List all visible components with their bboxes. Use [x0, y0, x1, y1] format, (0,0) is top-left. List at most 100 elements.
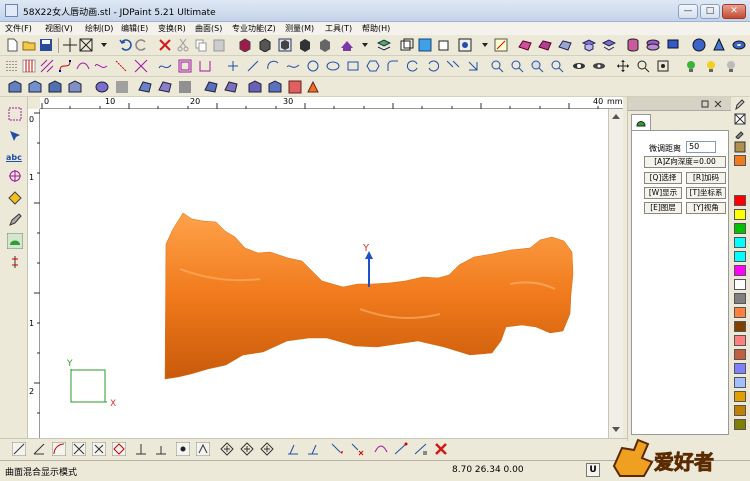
new-file-icon[interactable] — [5, 38, 19, 52]
transform-icon[interactable] — [494, 38, 508, 52]
current-color-swatch[interactable] — [734, 155, 746, 166]
eye-view-icon[interactable] — [592, 59, 606, 73]
save-icon[interactable] — [39, 38, 53, 52]
circle-icon[interactable] — [306, 59, 320, 73]
menu-edit[interactable]: 编辑(E) — [121, 23, 148, 34]
surface-mesh-icon[interactable] — [558, 38, 572, 52]
pan-icon[interactable] — [616, 59, 630, 73]
surface-tool-6-icon[interactable] — [115, 80, 129, 94]
minimize-button[interactable]: — — [678, 4, 698, 19]
color-swatch[interactable] — [734, 265, 746, 276]
color-swatch[interactable] — [734, 363, 746, 374]
fit-view-icon[interactable] — [656, 59, 670, 73]
cancel-icon[interactable] — [434, 442, 448, 456]
wire-cube-icon[interactable] — [278, 38, 292, 52]
add-code-button[interactable]: [R]加码 — [686, 172, 726, 184]
frame-icon[interactable] — [178, 59, 192, 73]
iso-view-icon[interactable] — [458, 38, 472, 52]
node-tool-3-icon[interactable] — [414, 442, 428, 456]
surface-tool-icon[interactable] — [518, 38, 532, 52]
torus-icon[interactable] — [732, 38, 746, 52]
snap-point-icon[interactable] — [176, 442, 190, 456]
color-swatch[interactable] — [734, 377, 746, 388]
grid-snap-icon[interactable] — [22, 59, 36, 73]
grid-diamond-1-icon[interactable] — [220, 442, 234, 456]
bulb-yellow-icon[interactable] — [704, 59, 718, 73]
copy-icon[interactable] — [194, 38, 208, 52]
dropdown-arrow-icon[interactable] — [97, 38, 111, 52]
color-swatch[interactable] — [734, 405, 746, 416]
zoom-window-icon[interactable] — [530, 59, 544, 73]
pen-icon[interactable] — [8, 213, 22, 227]
color-swatch[interactable] — [734, 349, 746, 360]
grid-diamond-3-icon[interactable] — [260, 442, 274, 456]
coordinate-system-button[interactable]: [T]坐标系 — [686, 187, 726, 199]
display-button[interactable]: [W]显示 — [644, 187, 682, 199]
surface-tool-7-icon[interactable] — [138, 80, 152, 94]
circle-target-icon[interactable] — [8, 169, 22, 183]
menu-measure[interactable]: 测量(M) — [285, 23, 314, 34]
wave-icon[interactable] — [158, 59, 172, 73]
surface-tool-5-icon[interactable] — [95, 80, 109, 94]
menu-help[interactable]: 帮助(H) — [362, 23, 390, 34]
mirror-icon[interactable] — [466, 59, 480, 73]
surface-tool-1-icon[interactable] — [8, 80, 22, 94]
point-icon[interactable] — [226, 59, 240, 73]
color-swatch[interactable] — [734, 321, 746, 332]
mirror-tool-1-icon[interactable] — [286, 442, 300, 456]
unit-toggle-button[interactable]: U — [586, 463, 600, 477]
height-tool-icon[interactable] — [8, 255, 22, 269]
surface-tool-15-icon[interactable] — [306, 80, 320, 94]
shaded-cube-icon[interactable] — [258, 38, 272, 52]
fillet-icon[interactable] — [386, 59, 400, 73]
color-swatch[interactable] — [734, 391, 746, 402]
color-swatch[interactable] — [734, 209, 746, 220]
surface-loft-icon[interactable] — [582, 38, 596, 52]
snap-line-icon[interactable] — [12, 442, 26, 456]
pencil-icon[interactable] — [734, 99, 746, 111]
vertical-scrollbar[interactable] — [608, 109, 623, 438]
rectangle-icon[interactable] — [346, 59, 360, 73]
color-swatch[interactable] — [734, 335, 746, 346]
z-depth-button[interactable]: [A]Z向深度=0.00 — [644, 156, 726, 168]
panel-tab[interactable] — [631, 114, 651, 130]
dropdown-arrow-icon[interactable] — [478, 38, 492, 52]
color-swatch[interactable] — [734, 307, 746, 318]
surface-tool-9-icon[interactable] — [178, 80, 192, 94]
color-swatch[interactable] — [734, 279, 746, 290]
snap-tangent-icon[interactable] — [154, 442, 168, 456]
offset-icon[interactable] — [446, 59, 460, 73]
menu-professional[interactable]: 专业功能(Z) — [232, 23, 276, 34]
color-swatch[interactable] — [734, 293, 746, 304]
trim-icon[interactable] — [134, 59, 148, 73]
diamond-icon[interactable] — [8, 191, 22, 205]
snap-center-icon[interactable] — [112, 442, 126, 456]
surface-tool-4-icon[interactable] — [68, 80, 82, 94]
close-button[interactable]: ✕ — [722, 4, 746, 19]
cylinder-icon[interactable] — [626, 38, 640, 52]
surface-patch-icon[interactable] — [538, 38, 552, 52]
zoom-all-icon[interactable] — [550, 59, 564, 73]
menu-draw[interactable]: 绘制(D) — [85, 23, 113, 34]
viewport-canvas[interactable]: Y Y X — [40, 109, 608, 438]
color-swatch[interactable] — [734, 237, 746, 248]
node-tool-2-icon[interactable] — [394, 442, 408, 456]
cube-view-icon[interactable] — [298, 38, 312, 52]
scroll-up-icon[interactable] — [610, 111, 622, 121]
spline-icon[interactable] — [286, 59, 300, 73]
ellipse-icon[interactable] — [326, 59, 340, 73]
menu-tools[interactable]: 工具(T) — [325, 23, 352, 34]
crosshair-icon[interactable] — [63, 38, 77, 52]
surface-tool-12-icon[interactable] — [248, 80, 262, 94]
view-angle-button[interactable]: [Y]视角 — [686, 202, 726, 214]
zoom-icon[interactable] — [636, 59, 650, 73]
color-swatch[interactable] — [734, 195, 746, 206]
snap-perp-icon[interactable] — [134, 442, 148, 456]
line-icon[interactable] — [246, 59, 260, 73]
color-swatch[interactable] — [734, 419, 746, 430]
scroll-down-icon[interactable] — [610, 425, 622, 435]
maximize-button[interactable]: □ — [700, 4, 720, 19]
undo-icon[interactable] — [118, 38, 132, 52]
smooth-curve-icon[interactable] — [94, 59, 108, 73]
pick-arrow-icon[interactable] — [8, 129, 22, 143]
